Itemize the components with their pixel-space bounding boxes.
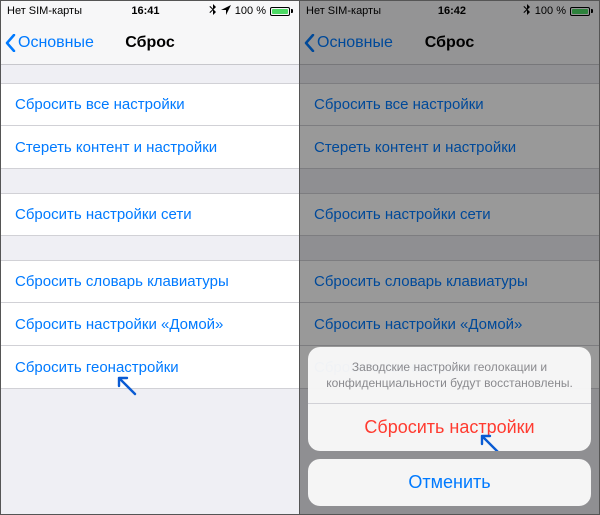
status-time: 16:41 — [131, 5, 159, 17]
row-label: Сбросить все настройки — [314, 96, 484, 113]
status-bar: Нет SIM-карты 16:41 100 % — [1, 1, 299, 21]
reset-home-layout-row[interactable]: Сбросить настройки «Домой» — [1, 303, 299, 346]
nav-back-button[interactable]: Основные — [300, 34, 393, 52]
reset-location-row[interactable]: Сбросить геонастройки — [1, 346, 299, 389]
action-sheet-cancel-group: Отменить — [308, 459, 591, 506]
row-label: Стереть контент и настройки — [314, 139, 516, 156]
nav-back-label: Основные — [18, 34, 94, 52]
row-label: Сбросить словарь клавиатуры — [314, 273, 528, 290]
action-sheet: Заводские настройки геолокации и конфиде… — [308, 347, 591, 506]
row-label: Сбросить настройки сети — [15, 206, 192, 223]
location-icon — [221, 5, 231, 18]
chevron-left-icon — [304, 34, 315, 52]
status-time: 16:42 — [438, 5, 466, 17]
battery-icon — [270, 7, 293, 16]
row-label: Сбросить геонастройки — [15, 359, 179, 376]
erase-content-row[interactable]: Стереть контент и настройки — [300, 126, 599, 169]
action-sheet-cancel-button[interactable]: Отменить — [308, 459, 591, 506]
bluetooth-icon — [523, 4, 531, 18]
button-label: Сбросить настройки — [364, 417, 534, 437]
settings-list: Сбросить все настройки Стереть контент и… — [300, 65, 599, 389]
action-sheet-message: Заводские настройки геолокации и конфиде… — [308, 347, 591, 403]
battery-text: 100 % — [235, 5, 266, 17]
button-label: Отменить — [408, 472, 490, 492]
settings-list: Сбросить все настройки Стереть контент и… — [1, 65, 299, 389]
reset-home-layout-row[interactable]: Сбросить настройки «Домой» — [300, 303, 599, 346]
reset-network-row[interactable]: Сбросить настройки сети — [300, 193, 599, 236]
pointer-arrow-icon — [113, 372, 139, 398]
battery-text: 100 % — [535, 5, 566, 17]
chevron-left-icon — [5, 34, 16, 52]
row-label: Сбросить настройки «Домой» — [314, 316, 522, 333]
nav-back-button[interactable]: Основные — [1, 34, 94, 52]
nav-bar: Основные Сброс — [300, 21, 599, 65]
phone-left: Нет SIM-карты 16:41 100 % Основные Сбро — [0, 0, 300, 515]
reset-keyboard-dict-row[interactable]: Сбросить словарь клавиатуры — [300, 260, 599, 303]
carrier-text: Нет SIM-карты — [7, 5, 82, 17]
phone-right: Нет SIM-карты 16:42 100 % Основные Сброс — [300, 0, 600, 515]
row-label: Стереть контент и настройки — [15, 139, 217, 156]
row-label: Сбросить все настройки — [15, 96, 185, 113]
action-sheet-main: Заводские настройки геолокации и конфиде… — [308, 347, 591, 451]
reset-network-row[interactable]: Сбросить настройки сети — [1, 193, 299, 236]
nav-back-label: Основные — [317, 34, 393, 52]
erase-content-row[interactable]: Стереть контент и настройки — [1, 126, 299, 169]
action-sheet-reset-button[interactable]: Сбросить настройки — [308, 404, 591, 451]
reset-all-settings-row[interactable]: Сбросить все настройки — [300, 83, 599, 126]
battery-icon — [570, 7, 593, 16]
reset-all-settings-row[interactable]: Сбросить все настройки — [1, 83, 299, 126]
carrier-text: Нет SIM-карты — [306, 5, 381, 17]
bluetooth-icon — [209, 4, 217, 18]
row-label: Сбросить настройки «Домой» — [15, 316, 223, 333]
row-label: Сбросить словарь клавиатуры — [15, 273, 229, 290]
row-label: Сбросить настройки сети — [314, 206, 491, 223]
status-bar: Нет SIM-карты 16:42 100 % — [300, 1, 599, 21]
nav-bar: Основные Сброс — [1, 21, 299, 65]
reset-keyboard-dict-row[interactable]: Сбросить словарь клавиатуры — [1, 260, 299, 303]
